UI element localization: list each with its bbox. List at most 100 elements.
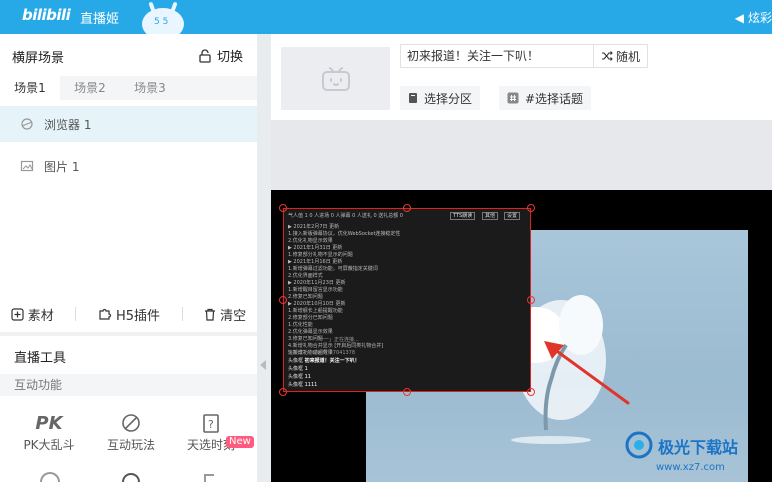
danmaku-user: 头像框 [288, 366, 304, 372]
resize-handle-right[interactable] [527, 296, 535, 304]
browser-source-overlay[interactable]: 气人值 1 0 人进场 0 人弹幕 0 人送礼 0 送礼总额 0 TTS朗读 其… [283, 208, 531, 392]
danmaku-text: 初来报道！关注一下叭！ [304, 358, 360, 364]
resize-handle-top-right[interactable] [527, 204, 535, 212]
select-category-button[interactable]: 选择分区 [400, 86, 481, 110]
image-source-icon [20, 160, 34, 172]
live-info-area: 初来报道！关注一下叭！ 随机 选择分区 #选择话题 [271, 34, 772, 120]
overlay-line: 1.接入新版弹幕协议，优化WebSocket连接稳定性 [288, 231, 401, 237]
browser-source-icon [21, 118, 33, 130]
switch-orientation-button[interactable]: 切换 [199, 46, 243, 65]
resize-handle-top-left[interactable] [279, 204, 287, 212]
overlay-line: 2.优化弹幕显示效果 [288, 329, 333, 335]
overlay-line: 1.新增弹幕过滤功能，可屏蔽指定关键词 [288, 266, 378, 272]
watermark-brand: 极光下载站 [658, 438, 739, 457]
tab-scene-2[interactable]: 场景2 [60, 76, 120, 100]
other-button[interactable]: 其他 [482, 212, 499, 220]
scene-panel-title: 横屏场景 [12, 51, 65, 66]
scene-item-browser[interactable]: 浏览器 1 [0, 106, 257, 142]
toolbar-divider [181, 307, 183, 321]
switch-label: 切换 [216, 50, 243, 65]
scene-item-label: 图片 1 [44, 159, 80, 174]
panel-divider [0, 332, 257, 336]
watermark-url: www.xz7.com [656, 462, 725, 473]
interactive-play-icon [88, 410, 174, 436]
bilibili-logo: bilibili [22, 6, 71, 24]
overlay-separator: 「一一」正在连接... [314, 337, 359, 343]
collapse-arrow-icon[interactable] [260, 360, 266, 370]
clear-label: 清空 [220, 308, 247, 324]
overlay-line: 2.修复部分已知问题 [288, 315, 333, 321]
top-bar: bilibili 直播姬 5 5 ◀ 炫彩 [0, 0, 772, 34]
random-title-button[interactable]: 随机 [594, 44, 648, 68]
danmaku-user: 头像框 [288, 382, 304, 388]
overlay-line: 2.优化界面样式 [288, 273, 323, 279]
pk-battle-button[interactable]: PK PK大乱斗 [6, 410, 92, 453]
tab-scene-3[interactable]: 场景3 [120, 76, 180, 100]
overlay-line: 1.优化性能 [288, 322, 313, 328]
scene-item-label: 浏览器 1 [44, 117, 92, 132]
more-tool-icon[interactable] [40, 472, 60, 482]
overlay-line: ▶ 2021年1月31日 更新 [288, 245, 343, 251]
danmaku-text: 1111 [304, 382, 318, 388]
theme-label: 炫彩 [747, 11, 772, 25]
mascot-icon: 5 5 [142, 2, 184, 34]
danmaku-user: 头像框 [288, 358, 304, 364]
resize-handle-bottom[interactable] [403, 388, 411, 396]
danmaku-user: 头像框 [288, 374, 304, 380]
plus-square-icon [11, 307, 24, 321]
left-panel: 横屏场景 切换 场景1 场景2 场景3 浏览器 1 图片 1 素材 H5插件 清… [0, 34, 257, 482]
add-material-button[interactable]: 素材 [11, 305, 54, 324]
overlay-line: 1.修复部分礼物不显示的问题 [288, 252, 353, 258]
overlay-line: 1.新增舰长上船提醒功能 [288, 308, 343, 314]
shuffle-icon [601, 51, 613, 61]
book-icon [409, 93, 417, 103]
app-name: 直播姬 [80, 12, 120, 27]
resize-handle-bottom-left[interactable] [279, 388, 287, 396]
resize-handle-left[interactable] [279, 296, 287, 304]
overlay-line: ▶ 2021年1月16日 更新 [288, 259, 343, 265]
svg-text:?: ? [208, 418, 214, 431]
scene-item-image[interactable]: 图片 1 [0, 148, 257, 184]
danmaku-row: 头像框 11 [288, 374, 311, 381]
overlay-line: 2.优化礼物显示效果 [288, 238, 333, 244]
resize-handle-top[interactable] [403, 204, 411, 212]
tv-placeholder-icon [321, 66, 350, 91]
danmaku-text: 1 [304, 366, 308, 372]
watermark-logo-icon [625, 431, 653, 459]
danmaku-row: 头像框 1 [288, 366, 308, 373]
overlay-line: 4.新增礼物合并显示 [开启后同类礼物合并] [288, 343, 384, 349]
overlay-line: ▶ 2020年11月23日 更新 [288, 280, 346, 286]
resize-handle-bottom-right[interactable] [527, 388, 535, 396]
more-tool-icon[interactable] [122, 473, 140, 482]
pk-icon: PK [35, 412, 63, 434]
new-badge: New [226, 436, 254, 448]
volume-icon: ◀ [734, 10, 744, 25]
select-topic-button[interactable]: #选择话题 [499, 86, 592, 110]
tab-scene-1[interactable]: 场景1 [0, 76, 60, 100]
interactive-play-button[interactable]: 互动玩法 [88, 410, 174, 453]
overlay-line: 1.新增醒目留言显示功能 [288, 287, 343, 293]
lucky-draw-icon: ? [168, 410, 254, 436]
theme-toggle[interactable]: ◀ 炫彩 [735, 9, 772, 26]
overlay-notice: 连接成功，房间号 27041378 [288, 350, 356, 356]
category-label: 选择分区 [424, 91, 473, 106]
h5-plugin-button[interactable]: H5插件 [98, 305, 160, 324]
h5-plugin-label: H5插件 [115, 308, 160, 324]
svg-text:5 5: 5 5 [154, 17, 168, 27]
scene-toolbar: 素材 H5插件 清空 [0, 300, 257, 328]
random-label: 随机 [615, 49, 640, 64]
settings-button[interactable]: 设置 [504, 212, 521, 220]
annotation-arrow-icon [544, 341, 630, 405]
trash-icon [205, 308, 216, 321]
topic-label: #选择话题 [525, 91, 584, 106]
overlay-line: ▶ 2020年10月10日 更新 [288, 301, 346, 307]
interactive-play-label: 互动玩法 [106, 438, 155, 452]
clear-button[interactable]: 清空 [204, 305, 246, 324]
pk-battle-label: PK大乱斗 [23, 438, 75, 452]
panel-collapse-strip[interactable] [257, 34, 271, 482]
more-tool-icon[interactable] [204, 474, 214, 482]
live-title-input[interactable]: 初来报道！关注一下叭！ [400, 44, 594, 68]
danmaku-text: 11 [304, 374, 311, 380]
cover-upload[interactable] [281, 47, 390, 110]
tts-button[interactable]: TTS朗读 [450, 212, 476, 220]
